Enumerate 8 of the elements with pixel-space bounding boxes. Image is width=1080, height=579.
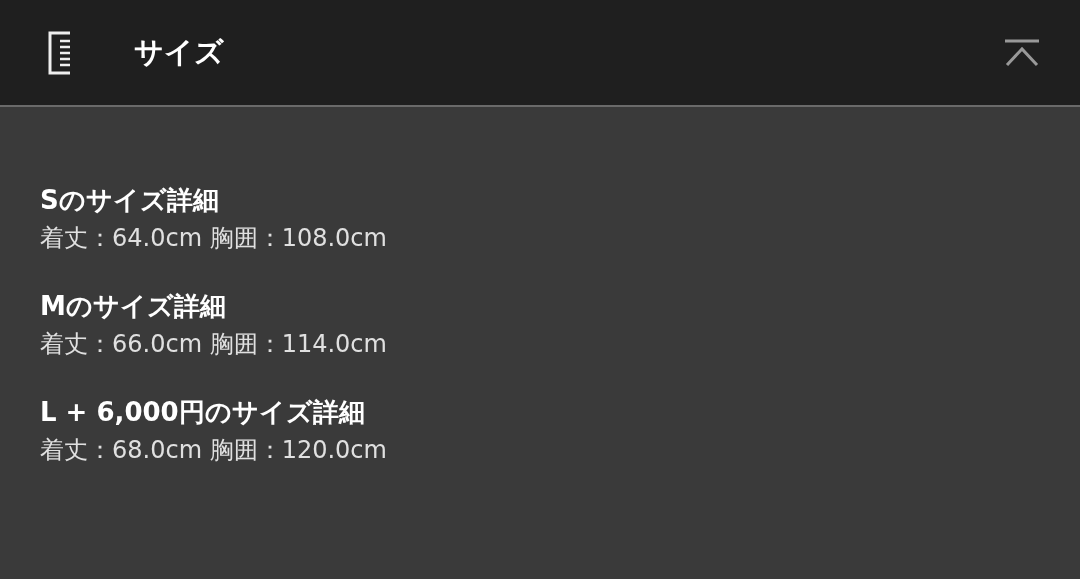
section-title: サイズ xyxy=(134,33,224,71)
size-measurements: 着丈：64.0cm 胸囲：108.0cm xyxy=(40,224,388,253)
size-heading: Mのサイズ詳細 xyxy=(40,291,227,323)
collapse-icon[interactable] xyxy=(1004,38,1040,67)
size-measurements: 着丈：66.0cm 胸囲：114.0cm xyxy=(40,330,388,359)
size-measurements: 着丈：68.0cm 胸囲：120.0cm xyxy=(40,436,388,465)
size-heading: Sのサイズ詳細 xyxy=(40,185,220,217)
size-heading: L + 6,000円のサイズ詳細 xyxy=(40,396,366,429)
